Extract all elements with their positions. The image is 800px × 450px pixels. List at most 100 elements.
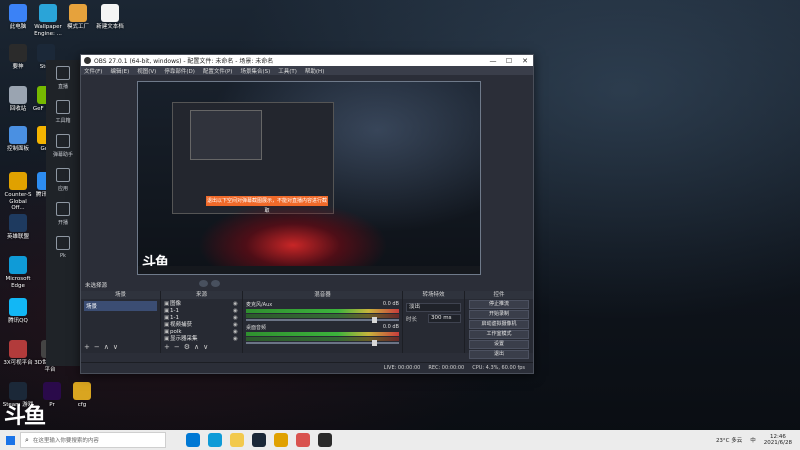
platform-icon	[9, 340, 27, 358]
source-item[interactable]: ▣ 1-1 ◉	[164, 315, 239, 322]
weather-widget[interactable]: 23°C 多云	[716, 436, 742, 444]
file-explorer-icon[interactable]	[230, 433, 244, 447]
scenes-dock: 场景 场景 +−∧∨	[81, 291, 161, 353]
bg-app-item[interactable]: 弹幕助手	[46, 128, 80, 162]
start-button[interactable]	[0, 430, 20, 450]
stop-streaming-button[interactable]: 停止推流	[469, 300, 529, 309]
desktop-icon-platform[interactable]: 3X可视平台	[2, 340, 34, 367]
menu-edit[interactable]: 编辑(E)	[110, 67, 129, 75]
control-panel-icon	[9, 126, 27, 144]
source-item[interactable]: ▣ polk ◉	[164, 329, 239, 336]
menu-view[interactable]: 视图(V)	[137, 67, 156, 75]
minimize-icon[interactable]: —	[485, 57, 501, 65]
controls-dock: 控件 停止推流 开始录制 启动虚拟摄像机 工作室模式 设置 退出	[465, 291, 533, 359]
toolbox-icon	[56, 100, 70, 114]
filters-icon[interactable]	[211, 280, 220, 287]
mixer-channel: 麦克风/Aux 0.0 dB	[246, 301, 399, 323]
source-item[interactable]: ▣ 视频捕获 ◉	[164, 322, 239, 329]
app-taskbar-icon[interactable]	[274, 433, 288, 447]
properties-icon[interactable]	[199, 280, 208, 287]
bg-app-item[interactable]: 开播	[46, 196, 80, 230]
duration-input[interactable]: 300 ms	[428, 314, 461, 323]
taskbar-apps	[186, 433, 340, 447]
csgo-icon	[9, 172, 27, 190]
maximize-icon[interactable]: ☐	[501, 57, 517, 65]
lol-icon	[9, 214, 27, 232]
eye-icon[interactable]: ◉	[233, 308, 239, 315]
nested-obs-preview-inner	[190, 110, 262, 160]
folder-icon	[73, 382, 91, 400]
sources-dock-controls[interactable]: +−⚙∧∨	[164, 343, 212, 351]
cpu-fps: CPU: 4.3%, 60.00 fps	[472, 365, 525, 371]
menu-tools[interactable]: 工具(T)	[278, 67, 297, 75]
task-view-icon[interactable]	[186, 433, 200, 447]
app-icon	[9, 44, 27, 62]
menu-help[interactable]: 帮助(H)	[305, 67, 324, 75]
volume-slider-knob[interactable]	[372, 317, 377, 323]
transition-type-select[interactable]: 淡出	[406, 303, 461, 312]
sources-dock-title: 来源	[161, 291, 242, 299]
settings-button[interactable]: 设置	[469, 340, 529, 349]
desktop-icon-new-text[interactable]: 新建文本档	[94, 4, 126, 31]
bg-app-item[interactable]: 直播	[46, 60, 80, 94]
broadcast-icon	[56, 202, 70, 216]
transitions-dock-title: 转场特效	[403, 291, 464, 299]
menu-file[interactable]: 文件(F)	[84, 67, 102, 75]
live-timer: LIVE: 00:00:00	[383, 365, 421, 371]
start-virtual-camera-button[interactable]: 启动虚拟摄像机	[469, 320, 529, 329]
menu-docks[interactable]: 停靠部件(D)	[164, 67, 195, 75]
source-item[interactable]: ▣ 图像 ◉	[164, 301, 239, 308]
desktop-icon-lol[interactable]: 英雄联盟	[2, 214, 34, 241]
exit-button[interactable]: 退出	[469, 350, 529, 359]
desktop-icon-edge[interactable]: Microsoft Edge	[2, 256, 34, 289]
volume-slider[interactable]	[246, 340, 399, 346]
source-item[interactable]: ▣ 显示器采集 ◉	[164, 336, 239, 343]
eye-icon[interactable]: ◉	[233, 329, 239, 336]
bg-app-item[interactable]: Pk	[46, 230, 80, 264]
eye-icon[interactable]: ◉	[233, 301, 239, 308]
menu-bar: 文件(F) 编辑(E) 视图(V) 停靠部件(D) 配置文件(P) 场景集合(S…	[81, 66, 533, 75]
eye-icon[interactable]: ◉	[233, 322, 239, 329]
bg-app-item[interactable]: 工具箱	[46, 94, 80, 128]
desktop-icon-wallpaper-engine[interactable]: Wallpaper Engine: ...	[32, 4, 64, 37]
duration-label: 时长	[406, 316, 418, 323]
preview-canvas[interactable]: 退出以下空间对弹幕截图展示，不能对直播内容进行截取 斗鱼	[137, 81, 481, 275]
studio-mode-button[interactable]: 工作室模式	[469, 330, 529, 339]
desktop-icon-format-factory[interactable]: 模式工厂	[62, 4, 94, 31]
danmaku-icon	[56, 134, 70, 148]
volume-slider[interactable]	[246, 317, 399, 323]
preview-notice-banner: 退出以下空间对弹幕截图展示，不能对直播内容进行截取	[206, 196, 328, 214]
menu-scene-collection[interactable]: 场景集合(S)	[240, 67, 270, 75]
volume-slider-knob[interactable]	[372, 340, 377, 346]
ime-indicator[interactable]: 中	[750, 436, 756, 444]
eye-icon[interactable]: ◉	[233, 336, 239, 343]
obs-taskbar-icon[interactable]	[318, 433, 332, 447]
scene-list-item[interactable]: 场景	[84, 301, 157, 311]
clock[interactable]: 12:46 2021/6/28	[764, 434, 792, 447]
obs-titlebar[interactable]: OBS 27.0.1 (64-bit, windows) - 配置文件: 未命名…	[81, 55, 533, 66]
red-fractal-art	[198, 202, 388, 274]
scenes-dock-controls[interactable]: +−∧∨	[84, 343, 122, 351]
app-taskbar-icon[interactable]	[296, 433, 310, 447]
eye-icon[interactable]: ◉	[233, 315, 239, 322]
window-title: OBS 27.0.1 (64-bit, windows) - 配置文件: 未命名…	[94, 58, 274, 65]
close-icon[interactable]: ✕	[517, 57, 533, 65]
edge-taskbar-icon[interactable]	[208, 433, 222, 447]
bg-app-item[interactable]: 应用	[46, 162, 80, 196]
menu-profile[interactable]: 配置文件(P)	[203, 67, 233, 75]
taskbar-search[interactable]: ⌕ 在这里输入你要搜索的内容	[20, 432, 166, 448]
start-recording-button[interactable]: 开始录制	[469, 310, 529, 319]
pk-icon	[56, 236, 70, 250]
source-toolbar	[199, 280, 223, 287]
desktop-icon-this-pc[interactable]: 此电脑	[2, 4, 34, 31]
recycle-bin-icon	[9, 86, 27, 104]
source-item[interactable]: ▣ 1-1 ◉	[164, 308, 239, 315]
search-icon: ⌕	[25, 435, 29, 444]
steam-taskbar-icon[interactable]	[252, 433, 266, 447]
background-app-sidebar: 直播 工具箱 弹幕助手 应用 开播 Pk	[46, 60, 81, 366]
controls-dock-title: 控件	[465, 291, 533, 299]
sources-dock: 来源 ▣ 图像 ◉ ▣ 1-1 ◉ ▣ 1-1 ◉ ▣ 视频捕获 ◉ ▣ polk ◉ ▣ 显示器采集…	[161, 291, 243, 353]
desktop-icon-qq[interactable]: 腾讯QQ	[2, 298, 34, 325]
rec-timer: REC: 00:00:00	[428, 365, 465, 371]
wallpaper-engine-icon	[39, 4, 57, 22]
